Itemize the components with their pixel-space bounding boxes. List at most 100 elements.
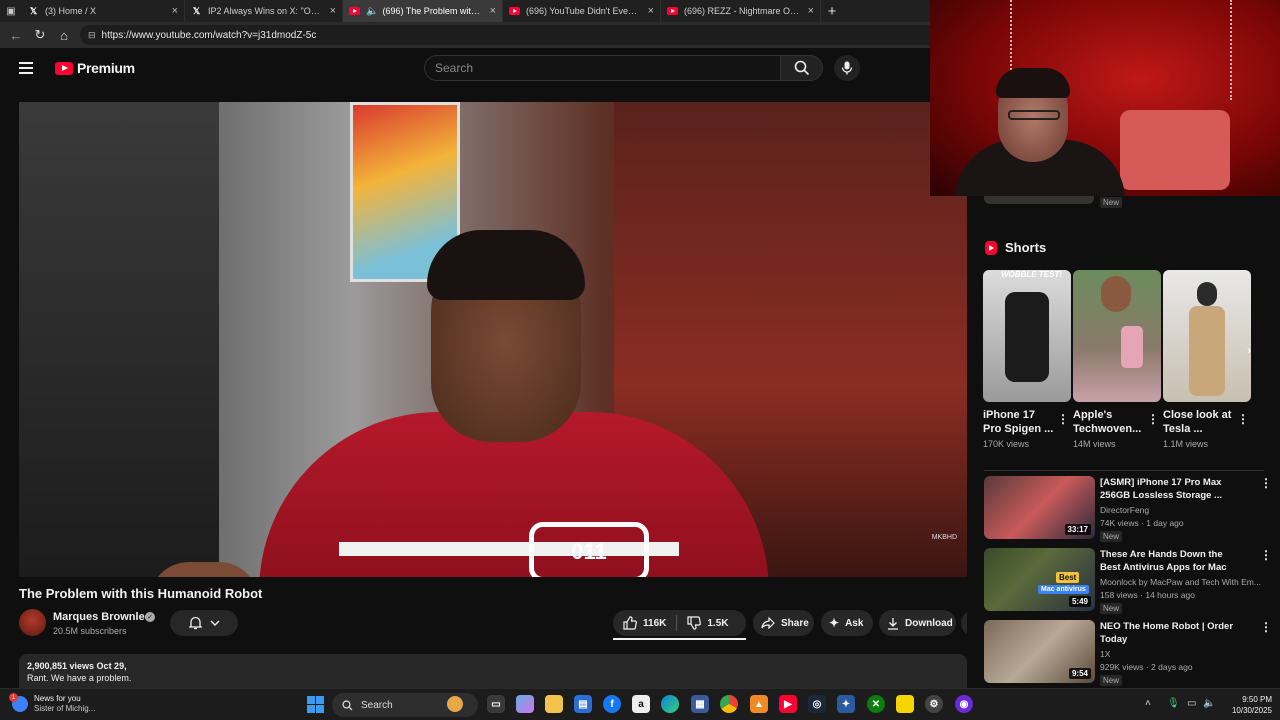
chevron-down-icon [210,620,219,626]
start-button[interactable] [307,696,324,713]
short-thumbnail[interactable] [1073,270,1161,402]
chevron-up-icon[interactable]: ˄ [1145,698,1151,709]
task-view-icon[interactable]: ▭ [487,695,505,713]
browser-tab[interactable]: 𝕏 (3) Home / X × [22,0,185,22]
home-icon[interactable]: ⌂ [52,23,76,47]
short-card[interactable]: Apple's Techwoven... 14M views ⋮ [1073,270,1161,449]
video-channel[interactable]: 1X [1100,649,1270,659]
video-channel[interactable]: Moonlock by MacPaw and Tech With Em... [1100,577,1270,587]
weather-icon[interactable] [447,696,463,712]
short-title: Apple's Techwoven... [1073,409,1142,435]
obs-icon[interactable]: ◉ [955,695,973,713]
short-thumbnail[interactable] [1163,270,1251,402]
amazon-icon[interactable]: a [632,695,650,713]
verified-check-icon: ✓ [145,612,155,622]
browser-tab[interactable]: (696) YouTube Didn't Even Ask Fi × [503,0,661,22]
microphone-icon [841,61,853,75]
tab-title: (696) REZZ - Nightmare On Rezz [684,6,802,16]
app-icon[interactable]: ⚙ [925,695,943,713]
short-views: 170K views [983,439,1030,449]
new-badge: New [1100,675,1123,686]
close-tab-icon[interactable]: × [172,5,178,17]
close-tab-icon[interactable]: × [490,5,496,17]
more-vertical-icon[interactable]: ⋮ [1057,412,1069,426]
tab-actions-icon[interactable]: ▣ [0,0,22,22]
reload-icon[interactable]: ↻ [28,23,52,47]
youtube-logo-icon [349,7,360,15]
close-tab-icon[interactable]: × [648,5,654,17]
video-meta: 74K views · 1 day ago [1100,518,1184,528]
volume-icon[interactable]: 🔈 [1203,698,1215,709]
recommended-video[interactable]: 9:54 NEO The Home Robot | Order Today 1X… [984,620,1274,686]
youtube-app-icon[interactable]: ▶ [779,695,797,713]
more-vertical-icon[interactable]: ⋮ [1260,620,1272,634]
video-channel[interactable]: DirectorFeng [1100,505,1270,515]
share-button[interactable]: Share [753,610,814,636]
browser-tab[interactable]: (696) REZZ - Nightmare On Rezz × [661,0,821,22]
copilot-icon[interactable] [516,695,534,713]
recommended-video[interactable]: Best Mac antivirus 5:49 These Are Hands … [984,548,1274,614]
facebook-icon[interactable]: f [603,695,621,713]
back-arrow-icon[interactable]: ← [4,23,28,47]
video-duration: 9:54 [1068,668,1091,679]
browser-tab[interactable]: 𝕏 IP2 Always Wins on X: "OG Geeze × [185,0,343,22]
download-button[interactable]: Download [879,610,956,636]
site-info-icon[interactable]: ⊟ [88,30,96,41]
file-explorer-icon[interactable] [545,695,563,713]
subscriber-count: 20.5M subscribers [53,626,127,636]
new-tab-icon[interactable]: + [821,0,843,22]
channel-name[interactable]: Marques Brownlee [53,611,151,623]
more-vertical-icon[interactable]: ⋮ [1260,548,1272,562]
channel-avatar[interactable] [19,609,46,636]
download-icon [888,617,898,630]
xbox-icon[interactable]: ✕ [867,695,885,713]
short-card[interactable]: WOBBLE TEST! iPhone 17 Pro Spigen ... 17… [983,270,1071,449]
like-button[interactable]: 116K [613,610,676,636]
more-vertical-icon[interactable]: ⋮ [1147,412,1159,426]
speaker-icon[interactable]: 🔈 [366,6,378,17]
search-button[interactable] [781,55,823,81]
dislike-button[interactable]: 1.5K [677,610,738,636]
steam-icon[interactable]: ◎ [808,695,826,713]
short-thumbnail[interactable]: WOBBLE TEST! [983,270,1071,402]
more-vertical-icon[interactable]: ⋮ [1237,412,1249,426]
vlc-icon[interactable]: ▲ [750,695,768,713]
video-thumbnail[interactable]: Best Mac antivirus 5:49 [984,548,1095,611]
tab-title: IP2 Always Wins on X: "OG Geeze [208,6,324,16]
search-input[interactable] [424,55,781,81]
short-card[interactable]: Close look at Tesla ... 1.1M views ⋮ [1163,270,1251,449]
news-widget[interactable]: 1 News for you Sister of Michig... [9,693,95,714]
calculator-icon[interactable]: ▦ [691,695,709,713]
system-clock[interactable]: 9:50 PM 10/30/2025 [1224,694,1272,716]
notification-bell-button[interactable] [170,610,238,636]
more-vertical-icon[interactable]: ⋮ [1260,476,1272,490]
video-player[interactable]: 011 MKBHD [19,102,967,577]
menu-icon[interactable] [19,62,39,74]
ask-button[interactable]: ✦ Ask [821,610,873,636]
video-thumbnail[interactable]: 33:17 [984,476,1095,539]
recommended-video[interactable]: 33:17 [ASMR] iPhone 17 Pro Max 256GB Los… [984,476,1274,542]
bell-icon [188,616,202,630]
close-tab-icon[interactable]: × [808,5,814,17]
news-title: News for you [34,694,81,703]
url-field[interactable]: ⊟ https://www.youtube.com/watch?v=j31dmo… [80,25,940,45]
edge-browser-icon[interactable] [661,695,679,713]
video-frame-hair [427,230,585,300]
microphone-icon[interactable]: 🎙 [1167,698,1180,709]
sticky-notes-icon[interactable] [896,695,914,713]
app-icon[interactable]: ✦ [837,695,855,713]
browser-tab-active[interactable]: 🔈 (696) The Problem with this × [343,0,503,22]
webcam-person-glasses [1008,110,1060,120]
close-tab-icon[interactable]: × [330,5,336,17]
video-thumbnail[interactable]: 9:54 [984,620,1095,683]
network-icon[interactable]: ▭ [1187,698,1196,709]
youtube-premium-logo[interactable]: Premium [55,60,135,76]
view-count-date: 2,900,851 views Oct 29, [27,661,127,671]
store-icon[interactable]: ▤ [574,695,592,713]
video-description[interactable]: 2,900,851 views Oct 29, Rant. We have a … [19,654,967,688]
voice-search-button[interactable] [834,55,860,81]
partial-thumbnail[interactable] [984,196,1094,204]
chrome-icon[interactable] [720,695,738,713]
chevron-right-icon[interactable]: › [1239,340,1259,360]
notification-badge: 1 [9,693,18,702]
